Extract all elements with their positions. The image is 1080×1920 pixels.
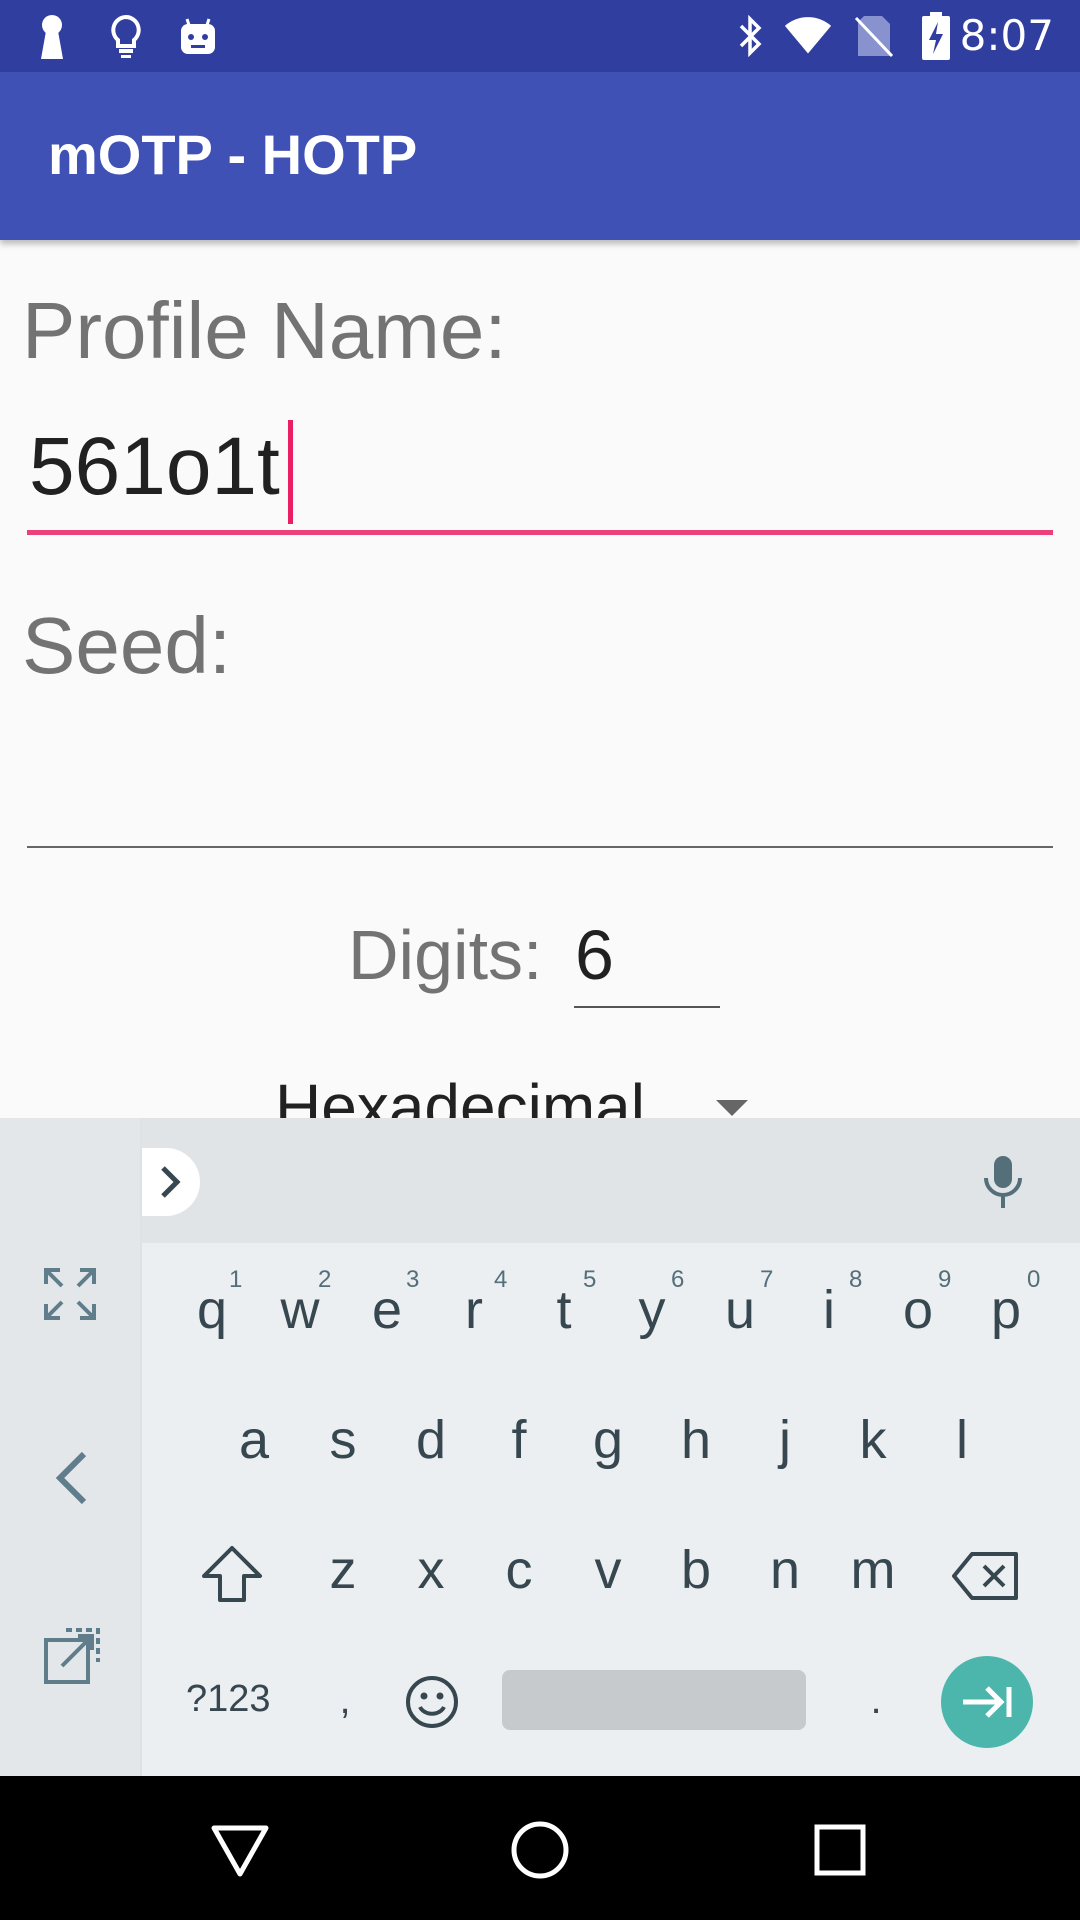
keyboard-side-panel — [0, 1118, 142, 1776]
key-l[interactable]: l — [922, 1390, 1002, 1490]
chevron-right-icon — [161, 1166, 181, 1198]
key-d[interactable]: d — [391, 1390, 471, 1490]
seed-underline — [27, 846, 1053, 848]
wifi-icon — [784, 12, 832, 60]
key-s[interactable]: s — [303, 1390, 383, 1490]
symbols-key[interactable]: ?123 — [186, 1678, 271, 1721]
key-c[interactable]: c — [479, 1520, 559, 1620]
digits-label: Digits: — [348, 916, 543, 994]
key-hint: 0 — [1027, 1266, 1041, 1293]
comma-key[interactable]: , — [305, 1650, 385, 1750]
key-g[interactable]: g — [568, 1390, 648, 1490]
key-hint: 3 — [406, 1266, 420, 1293]
profile-name-label: Profile Name: — [22, 286, 507, 375]
period-key[interactable]: . — [836, 1650, 916, 1750]
fullscreen-icon[interactable] — [42, 1266, 98, 1326]
key-b[interactable]: b — [656, 1520, 736, 1620]
nav-recents-icon[interactable] — [800, 1810, 880, 1890]
lightbulb-icon — [102, 12, 150, 60]
no-sim-icon — [850, 12, 898, 60]
backspace-icon[interactable] — [950, 1550, 1020, 1606]
navigation-bar — [0, 1776, 1080, 1920]
key-hint: 5 — [583, 1266, 597, 1293]
key-z[interactable]: z — [303, 1520, 383, 1620]
nav-home-icon[interactable] — [500, 1810, 580, 1890]
clock: 8:07 — [959, 11, 1054, 60]
dropdown-arrow-icon[interactable] — [716, 1100, 748, 1116]
profile-name-underline — [27, 530, 1053, 535]
soft-keyboard: q 1 w 2 e 3 r 4 t 5 y 6 u 7 i 8 o 9 p 0 … — [0, 1118, 1080, 1776]
status-bar: 8:07 — [0, 0, 1080, 72]
key-x[interactable]: x — [391, 1520, 471, 1620]
suggestion-strip — [142, 1118, 1080, 1243]
key-hint: 9 — [938, 1266, 952, 1293]
digits-input[interactable]: 6 — [575, 915, 614, 995]
bluetooth-icon — [726, 12, 774, 60]
space-key[interactable] — [502, 1670, 806, 1730]
keyhole-icon — [28, 12, 76, 60]
key-hint: 6 — [671, 1266, 685, 1293]
seed-input[interactable] — [27, 740, 1053, 850]
tab-next-icon — [963, 1686, 1012, 1718]
app-bar: mOTP - HOTP — [0, 72, 1080, 240]
key-hint: 1 — [229, 1266, 243, 1293]
back-arrow-icon[interactable] — [52, 1450, 92, 1510]
microphone-icon[interactable] — [981, 1154, 1025, 1214]
emoji-icon[interactable] — [405, 1675, 459, 1733]
key-a[interactable]: a — [214, 1390, 294, 1490]
key-h[interactable]: h — [656, 1390, 736, 1490]
seed-label: Seed: — [22, 601, 232, 690]
battery-charging-icon — [912, 12, 960, 60]
key-hint: 8 — [849, 1266, 863, 1293]
profile-name-value: 561o1t — [29, 421, 280, 512]
next-button[interactable] — [941, 1656, 1033, 1748]
nav-back-icon[interactable] — [200, 1810, 280, 1890]
floating-keyboard-icon[interactable] — [42, 1626, 102, 1690]
profile-name-input[interactable]: 561o1t — [27, 420, 1053, 538]
key-m[interactable]: m — [833, 1520, 913, 1620]
key-j[interactable]: j — [745, 1390, 825, 1490]
text-cursor — [288, 420, 293, 524]
key-k[interactable]: k — [833, 1390, 913, 1490]
key-hint: 2 — [318, 1266, 332, 1293]
shift-icon[interactable] — [200, 1544, 264, 1608]
key-n[interactable]: n — [745, 1520, 825, 1620]
app-title: mOTP - HOTP — [48, 123, 418, 186]
key-hint: 7 — [760, 1266, 774, 1293]
key-v[interactable]: v — [568, 1520, 648, 1620]
android-icon — [174, 12, 222, 60]
digits-underline — [574, 1006, 720, 1008]
key-hint: 4 — [494, 1266, 508, 1293]
key-f[interactable]: f — [479, 1390, 559, 1490]
